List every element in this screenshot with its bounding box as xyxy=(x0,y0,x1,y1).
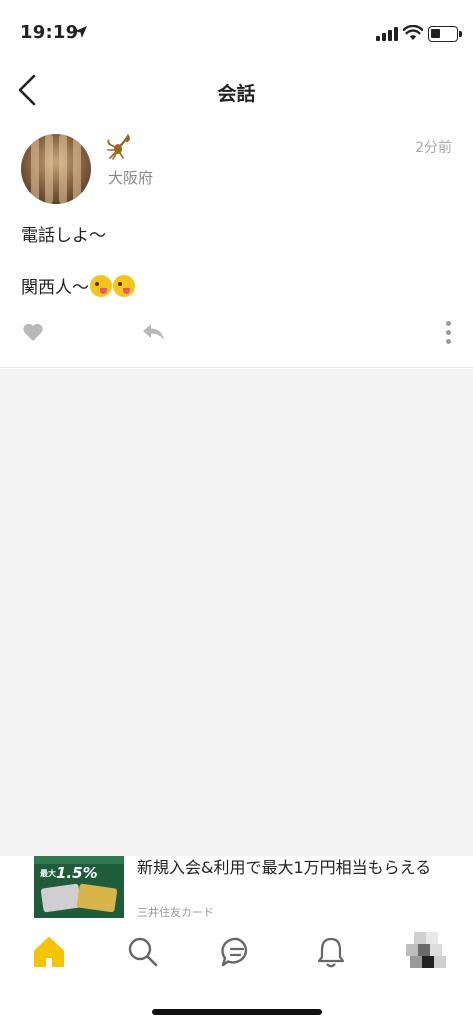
status-time: 19:19 xyxy=(20,22,79,43)
home-indicator xyxy=(152,1009,322,1015)
post-location: 大阪府 xyxy=(108,169,154,187)
cellular-signal-icon xyxy=(376,27,398,41)
zany-face-emoji xyxy=(90,275,112,297)
reply-icon[interactable] xyxy=(142,322,166,342)
battery-icon xyxy=(428,26,462,42)
scorpion-icon xyxy=(107,134,130,160)
profile-avatar[interactable] xyxy=(406,932,446,972)
wifi-icon xyxy=(403,25,423,40)
post-text-line-content: 関西人〜 xyxy=(21,278,89,298)
post-timestamp: 2分前 xyxy=(415,140,452,156)
ad-image-rate: 1.5% xyxy=(56,864,98,882)
post-text-line: 関西人〜 xyxy=(21,275,135,301)
heart-icon[interactable] xyxy=(22,322,44,342)
ad-banner[interactable]: 最大 1.5% 新規入会&利用で最大1万円相当もらえる 三井住友カード xyxy=(0,856,473,922)
ad-image: 最大 1.5% xyxy=(34,856,124,918)
nav-bar: 会話 xyxy=(0,56,473,126)
chat-icon[interactable] xyxy=(217,932,257,972)
bell-icon[interactable] xyxy=(311,932,351,972)
tab-bar xyxy=(0,922,473,1024)
ad-image-label: 最大 xyxy=(40,869,56,878)
search-icon[interactable] xyxy=(123,932,163,972)
more-vertical-icon[interactable] xyxy=(444,321,454,345)
post-card: 大阪府 2分前 電話しよ〜 関西人〜 xyxy=(0,126,473,368)
post-text-line: 電話しよ〜 xyxy=(21,226,106,246)
zany-face-emoji xyxy=(113,275,135,297)
content-area xyxy=(0,369,473,856)
avatar[interactable] xyxy=(21,134,91,204)
page-title: 会話 xyxy=(217,83,256,105)
status-bar: 19:19 xyxy=(0,0,473,56)
home-icon[interactable] xyxy=(29,932,69,972)
ad-sponsor: 三井住友カード xyxy=(137,906,214,919)
ad-headline: 新規入会&利用で最大1万円相当もらえる xyxy=(137,858,432,877)
post-body: 電話しよ〜 関西人〜 xyxy=(21,223,135,301)
location-arrow-icon xyxy=(75,26,87,38)
